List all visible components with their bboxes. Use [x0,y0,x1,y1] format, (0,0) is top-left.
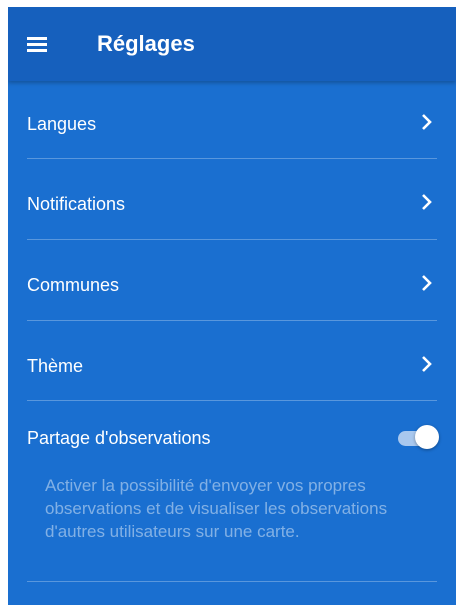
settings-item-label: Notifications [27,194,126,214]
settings-item-langues[interactable]: Langues [8,85,456,165]
app-bar: Réglages [8,7,456,81]
settings-item-label: Langues [27,114,97,134]
divider [27,320,437,321]
divider [27,158,437,159]
settings-item-label: Communes [27,275,120,295]
share-observations-description: Activer la possibilité d'envoyer vos pro… [45,476,388,541]
chevron-right-icon [422,275,432,291]
settings-item-notifications[interactable]: Notifications [8,165,456,245]
toggle-knob [415,425,439,449]
chevron-right-icon [422,356,432,372]
settings-item-label: Thème [27,356,84,376]
settings-item-communes[interactable]: Communes [8,246,456,326]
divider [27,239,437,240]
menu-icon[interactable] [27,37,47,52]
chevron-right-icon [422,194,432,210]
chevron-right-icon [422,114,432,130]
page-title: Réglages [97,31,195,56]
share-observations-label: Partage d'observations [27,428,211,448]
settings-screen: Réglages Langues Notifications Communes … [8,7,456,605]
divider [27,400,437,401]
settings-item-theme[interactable]: Thème [8,327,456,407]
divider [27,581,437,582]
share-observations-toggle[interactable] [398,425,440,451]
